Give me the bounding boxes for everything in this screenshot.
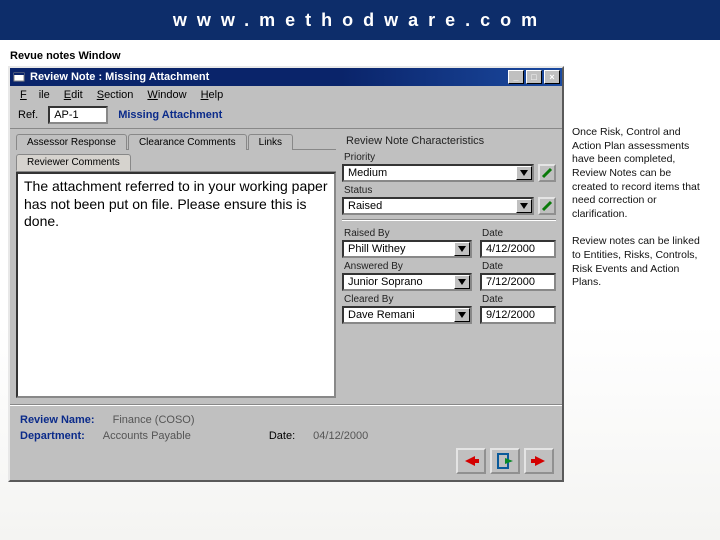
reviewer-comments-textarea[interactable]: The attachment referred to in your worki… (16, 172, 336, 398)
window-title: Review Note : Missing Attachment (30, 71, 506, 83)
tab-reviewer-comments[interactable]: Reviewer Comments (16, 154, 131, 171)
site-url: www.methodware.com (173, 10, 547, 31)
app-icon (12, 70, 26, 84)
exit-button[interactable] (490, 448, 520, 474)
edit-priority-button[interactable] (538, 164, 556, 182)
menu-help[interactable]: Help (195, 88, 230, 102)
side-text: Once Risk, Control and Action Plan asses… (572, 66, 702, 482)
chevron-down-icon[interactable] (516, 199, 532, 213)
slide-subtitle: Revue notes Window (10, 50, 712, 62)
next-button[interactable] (524, 448, 554, 474)
raised-date-label: Date (482, 228, 554, 239)
answered-date-field[interactable]: 7/12/2000 (480, 273, 556, 291)
missing-attachment-heading: Missing Attachment (118, 109, 222, 121)
tab-links[interactable]: Links (248, 134, 293, 150)
answered-by-label: Answered By (344, 261, 470, 272)
maximize-button[interactable]: □ (526, 70, 542, 84)
side-paragraph-1: Once Risk, Control and Action Plan asses… (572, 126, 702, 221)
raised-date-field[interactable]: 4/12/2000 (480, 240, 556, 258)
menu-window[interactable]: Window (141, 88, 192, 102)
close-button[interactable]: × (544, 70, 560, 84)
left-panel: Assessor Response Clearance Comments Lin… (16, 133, 336, 398)
status-label: Status (344, 185, 554, 196)
cleared-date-field[interactable]: 9/12/2000 (480, 306, 556, 324)
menu-file[interactable]: File (14, 88, 56, 102)
edit-status-button[interactable] (538, 197, 556, 215)
chevron-down-icon[interactable] (454, 308, 470, 322)
answered-date-label: Date (482, 261, 554, 272)
status-select[interactable]: Raised (342, 197, 534, 215)
date-value: 04/12/2000 (313, 430, 368, 442)
chevron-down-icon[interactable] (454, 242, 470, 256)
chevron-down-icon[interactable] (454, 275, 470, 289)
priority-label: Priority (344, 152, 554, 163)
priority-select[interactable]: Medium (342, 164, 534, 182)
prev-button[interactable] (456, 448, 486, 474)
characteristics-heading: Review Note Characteristics (342, 133, 556, 149)
nav-toolbar (10, 446, 562, 480)
minimize-button[interactable]: _ (508, 70, 524, 84)
side-paragraph-2: Review notes can be linked to Entities, … (572, 235, 702, 290)
tabset-mid: Reviewer Comments (16, 154, 336, 172)
site-header: www.methodware.com (0, 0, 720, 40)
menu-section[interactable]: Section (91, 88, 140, 102)
cleared-date-label: Date (482, 294, 554, 305)
cleared-by-label: Cleared By (344, 294, 470, 305)
answered-by-select[interactable]: Junior Soprano (342, 273, 472, 291)
ref-field[interactable]: AP-1 (48, 106, 108, 124)
menu-bar: File Edit Section Window Help (10, 86, 562, 104)
menu-edit[interactable]: Edit (58, 88, 89, 102)
review-name-label: Review Name: (20, 414, 95, 426)
department-value: Accounts Payable (103, 430, 191, 442)
raised-by-select[interactable]: Phill Withey (342, 240, 472, 258)
department-label: Department: (20, 430, 85, 442)
tab-clearance-comments[interactable]: Clearance Comments (128, 134, 247, 150)
chevron-down-icon[interactable] (516, 166, 532, 180)
ref-bar: Ref. AP-1 Missing Attachment (10, 104, 562, 129)
cleared-by-select[interactable]: Dave Remani (342, 306, 472, 324)
window-footer-info-2: Department: Accounts Payable Date: 04/12… (10, 430, 562, 446)
ref-label: Ref. (18, 109, 38, 121)
review-note-window: Review Note : Missing Attachment _ □ × F… (8, 66, 564, 482)
raised-by-label: Raised By (344, 228, 470, 239)
date-label: Date: (269, 430, 295, 442)
tabset-top: Assessor Response Clearance Comments Lin… (16, 133, 336, 150)
window-titlebar[interactable]: Review Note : Missing Attachment _ □ × (10, 68, 562, 86)
characteristics-panel: Review Note Characteristics Priority Med… (336, 133, 556, 398)
window-footer-info: Review Name: Finance (COSO) (10, 410, 562, 430)
review-name-value: Finance (COSO) (113, 414, 195, 426)
tab-assessor-response[interactable]: Assessor Response (16, 134, 127, 150)
